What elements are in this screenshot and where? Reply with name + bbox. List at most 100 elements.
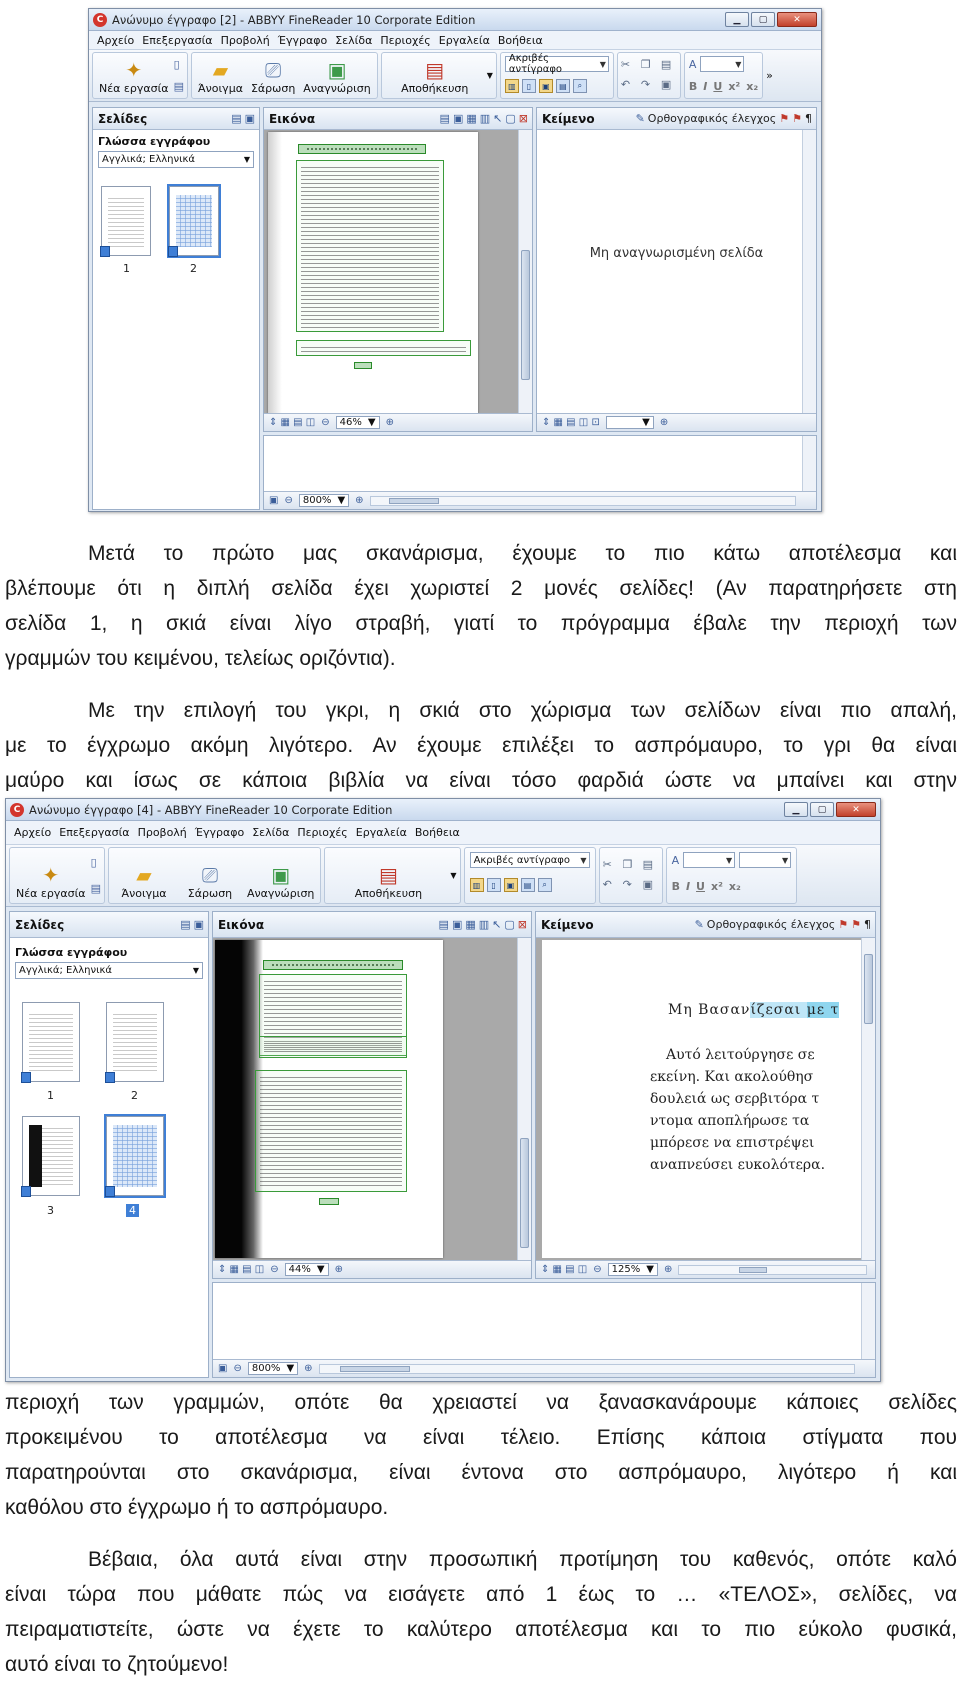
page-export-icon[interactable]: ▣ [245, 112, 255, 125]
main-text-block[interactable] [296, 160, 444, 332]
picture-area-icon[interactable]: ▣ [453, 112, 463, 125]
menu-document[interactable]: Έγγραφο [274, 34, 331, 47]
zoom-in-icon[interactable]: ⊕ [660, 417, 668, 428]
cut-icon[interactable]: ✂ [603, 858, 619, 874]
page-image-view[interactable] [264, 130, 519, 415]
delete-area-icon[interactable]: ⊠ [519, 112, 528, 125]
menu-file[interactable]: Αρχείο [10, 826, 55, 839]
font-size-select[interactable]: ▼ [739, 852, 792, 868]
open-button[interactable]: ▰ Άνοιγμα [195, 54, 246, 97]
underline-icon[interactable]: U [713, 80, 722, 93]
picture-area-icon[interactable]: ▣ [452, 918, 462, 931]
close-button[interactable]: ✕ [777, 12, 817, 27]
text-horizontal-scrollbar[interactable] [678, 1264, 867, 1275]
text-zoom-select[interactable]: 125% ▼ [607, 1263, 658, 1276]
header-text-block[interactable] [298, 144, 426, 154]
copy-icon[interactable]: ▯ [91, 856, 101, 869]
page-thumbnail[interactable] [21, 1002, 80, 1083]
text-vertical-scrollbar[interactable] [861, 938, 875, 1262]
page-image-view[interactable] [213, 938, 518, 1262]
zoom-in-icon[interactable]: ⊕ [304, 1363, 312, 1374]
page-number-block[interactable] [354, 362, 372, 369]
zoom-horizontal-scrollbar[interactable] [318, 1363, 855, 1374]
font-size-select[interactable]: ▼ [700, 56, 745, 72]
pilcrow-icon[interactable]: ¶ [864, 918, 871, 931]
cut-icon[interactable]: ✂ [621, 58, 637, 74]
minimize-button[interactable]: ▁ [784, 802, 808, 817]
header-text-block[interactable] [263, 960, 403, 970]
copy-icon[interactable]: ❐ [641, 58, 657, 74]
menu-tools[interactable]: Εργαλεία [352, 826, 411, 839]
underline-icon[interactable]: U [696, 880, 705, 893]
layout-mode-icon[interactable]: ▥ [504, 79, 519, 93]
italic-icon[interactable]: I [686, 880, 690, 893]
zoom-in-icon[interactable]: ⊕ [335, 1264, 343, 1275]
view-mode-icon[interactable]: ▣ [503, 878, 518, 892]
menu-areas[interactable]: Περιοχές [376, 34, 434, 47]
close-button[interactable]: ✕ [836, 802, 876, 817]
text-zoom-select[interactable]: ▼ [605, 416, 654, 429]
search-icon[interactable]: ⌕ [537, 878, 552, 892]
superscript-icon[interactable]: x² [728, 80, 740, 93]
format-mode-select[interactable]: Ακριβές αντίγραφο ▼ [469, 852, 590, 868]
select-icon[interactable]: ↖ [492, 918, 501, 931]
page-thumbnail[interactable] [105, 1002, 164, 1083]
select-icon[interactable]: ↖ [493, 112, 502, 125]
page-thumbnail[interactable] [21, 1116, 80, 1197]
save-small-icon[interactable]: ▣ [661, 78, 677, 94]
redo-icon[interactable]: ↷ [623, 878, 639, 894]
zoom-in-icon[interactable]: ⊕ [355, 495, 363, 506]
copy-icon[interactable]: ▯ [174, 58, 184, 71]
copy-icon[interactable]: ❐ [623, 858, 639, 874]
format-mode-select[interactable]: Ακριβές αντίγραφο ▼ [504, 53, 609, 75]
page-mode-icon[interactable]: ▯ [521, 79, 536, 93]
page-thumbnail[interactable] [104, 1114, 166, 1198]
zoom-pane-zoom-select[interactable]: 800% ▼ [247, 1362, 299, 1375]
zoom-in-icon[interactable]: ⊕ [664, 1264, 672, 1275]
spell-check-button[interactable]: ✎ Ορθογραφικός έλεγχος ⚑ ⚑ ¶ [695, 918, 871, 931]
zoom-pane-zoom-select[interactable]: 800% ▼ [298, 494, 350, 507]
menu-page[interactable]: Σελίδα [331, 34, 376, 47]
text-area-icon[interactable]: ▤ [439, 918, 449, 931]
frame-icon[interactable]: ▢ [504, 918, 514, 931]
menu-file[interactable]: Αρχείο [93, 34, 138, 47]
text-view-controls-icon[interactable]: ⇕ ▦ ▤ ◫ [541, 1264, 587, 1275]
doc-language-select[interactable]: Αγγλικά; Ελληνικά ▼ [98, 151, 254, 168]
main-text-block[interactable] [255, 1070, 407, 1192]
zoom-out-icon[interactable]: ⊖ [321, 417, 329, 428]
open-button[interactable]: ▰ Άνοιγμα [112, 849, 176, 902]
new-task-button[interactable]: ✦ Νέα εργασία [13, 849, 89, 902]
search-icon[interactable]: ⌕ [572, 79, 587, 93]
layout-mode-icon[interactable]: ▥ [469, 878, 484, 892]
text-editor-view[interactable]: Μη Βασανίζεσαι με τ Αυτό λειτούργησε σε … [536, 938, 862, 1262]
settings-icon[interactable]: ▤ [91, 882, 101, 895]
fit-icon[interactable]: ▣ [218, 1363, 227, 1374]
flag-icon[interactable]: ⚑ [779, 112, 789, 125]
image-vertical-scrollbar[interactable] [517, 938, 531, 1262]
new-task-button[interactable]: ✦ Νέα εργασία [96, 54, 172, 97]
menu-page[interactable]: Σελίδα [248, 826, 293, 839]
redo-icon[interactable]: ↷ [641, 78, 657, 94]
doc-language-select[interactable]: Αγγλικά; Ελληνικά ▼ [15, 962, 203, 979]
table-area-icon[interactable]: ▦ [466, 112, 476, 125]
page-export-icon[interactable]: ▣ [194, 918, 204, 931]
split-view-icon[interactable]: ▤ [520, 878, 535, 892]
zoom-out-icon[interactable]: ⊖ [284, 495, 292, 506]
undo-icon[interactable]: ↶ [621, 78, 637, 94]
italic-icon[interactable]: I [703, 80, 707, 93]
font-name-select[interactable]: ▼ [683, 852, 736, 868]
image-zoom-select[interactable]: 46% ▼ [335, 416, 380, 429]
split-view-icon[interactable]: ▤ [555, 79, 570, 93]
delete-area-icon[interactable]: ⊠ [518, 918, 527, 931]
subscript-icon[interactable]: x₂ [746, 80, 758, 93]
paste-icon[interactable]: ▤ [643, 858, 659, 874]
undo-icon[interactable]: ↶ [603, 878, 619, 894]
save-button[interactable]: ▤ Αποθήκευση [328, 849, 448, 902]
save-dropdown-icon[interactable]: ▼ [450, 871, 456, 880]
menu-view[interactable]: Προβολή [134, 826, 191, 839]
view-mode-icon[interactable]: ▣ [538, 79, 553, 93]
spell-check-button[interactable]: ✎ Ορθογραφικός έλεγχος ⚑ ⚑ ¶ [636, 112, 812, 125]
flag-next-icon[interactable]: ⚑ [792, 112, 802, 125]
zoom-controls-icon[interactable]: ⇕ ▦ ▤ ◫ [269, 417, 315, 428]
page-thumbnail[interactable] [167, 184, 221, 258]
